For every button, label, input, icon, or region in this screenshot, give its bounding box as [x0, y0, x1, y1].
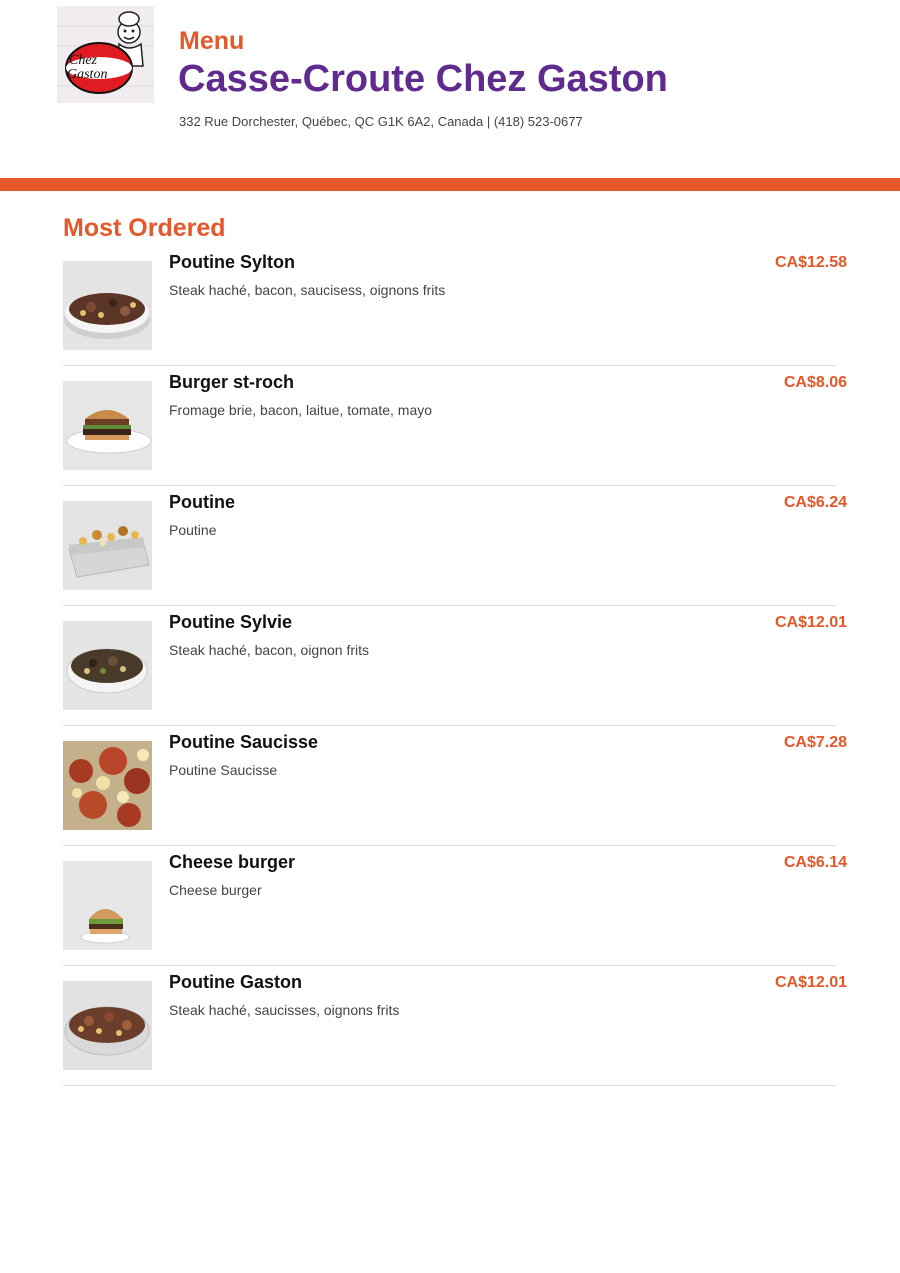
- menu-item[interactable]: Poutine Poutine CA$6.24: [63, 486, 847, 606]
- dish-price: CA$12.01: [774, 614, 847, 631]
- dish-price: CA$12.01: [774, 974, 847, 991]
- menu-header: Chez Gaston Menu Casse-Croute Chez Gasto…: [0, 0, 900, 178]
- dish-name: Poutine Saucisse: [169, 732, 319, 752]
- dish-name: Cheese burger: [169, 852, 296, 872]
- menu-item[interactable]: Cheese burger Cheese burger CA$6.14: [63, 846, 847, 966]
- dish-price: CA$6.14: [783, 854, 847, 871]
- dish-price: CA$8.06: [783, 374, 847, 391]
- section-title: Most Ordered: [63, 214, 226, 242]
- dish-price: CA$7.28: [783, 734, 847, 751]
- restaurant-name: Casse-Croute Chez Gaston: [178, 58, 668, 100]
- dish-name: Poutine: [169, 492, 235, 512]
- menu-item-list: Poutine Sylton Steak haché, bacon, sauci…: [63, 246, 847, 1086]
- svg-text:Chez: Chez: [69, 53, 98, 68]
- dish-photo: [63, 621, 152, 710]
- menu-label: Menu: [179, 27, 245, 55]
- dish-price: CA$6.24: [783, 494, 847, 511]
- svg-text:Gaston: Gaston: [67, 67, 107, 82]
- dish-photo: [63, 501, 152, 590]
- dish-description: Steak haché, bacon, oignon frits: [169, 642, 370, 658]
- menu-item[interactable]: Poutine Gaston Steak haché, saucisses, o…: [63, 966, 847, 1086]
- menu-item[interactable]: Poutine Sylvie Steak haché, bacon, oigno…: [63, 606, 847, 726]
- dish-name: Poutine Gaston: [169, 972, 303, 992]
- dish-name: Poutine Sylton: [169, 252, 295, 272]
- menu-item[interactable]: Poutine Sylton Steak haché, bacon, sauci…: [63, 246, 847, 366]
- dish-description: Fromage brie, bacon, laitue, tomate, may…: [169, 402, 433, 418]
- dish-description: Poutine Saucisse: [169, 762, 278, 778]
- dish-photo: [63, 861, 152, 950]
- dish-photo: [63, 381, 152, 470]
- dish-description: Poutine: [169, 522, 217, 538]
- dish-photo: [63, 741, 152, 830]
- dish-name: Poutine Sylvie: [169, 612, 293, 632]
- header-divider-bar: [0, 178, 900, 191]
- dish-description: Cheese burger: [169, 882, 262, 898]
- dish-name: Burger st-roch: [169, 372, 295, 392]
- dish-photo: [63, 981, 152, 1070]
- menu-item[interactable]: Poutine Saucisse Poutine Saucisse CA$7.2…: [63, 726, 847, 846]
- dish-description: Steak haché, bacon, saucisess, oignons f…: [169, 282, 446, 298]
- dish-photo: [63, 261, 152, 350]
- restaurant-logo: Chez Gaston: [57, 6, 154, 103]
- restaurant-address: 332 Rue Dorchester, Québec, QC G1K 6A2, …: [179, 114, 583, 129]
- menu-item[interactable]: Burger st-roch Fromage brie, bacon, lait…: [63, 366, 847, 486]
- dish-price: CA$12.58: [774, 254, 847, 271]
- dish-description: Steak haché, saucisses, oignons frits: [169, 1002, 400, 1018]
